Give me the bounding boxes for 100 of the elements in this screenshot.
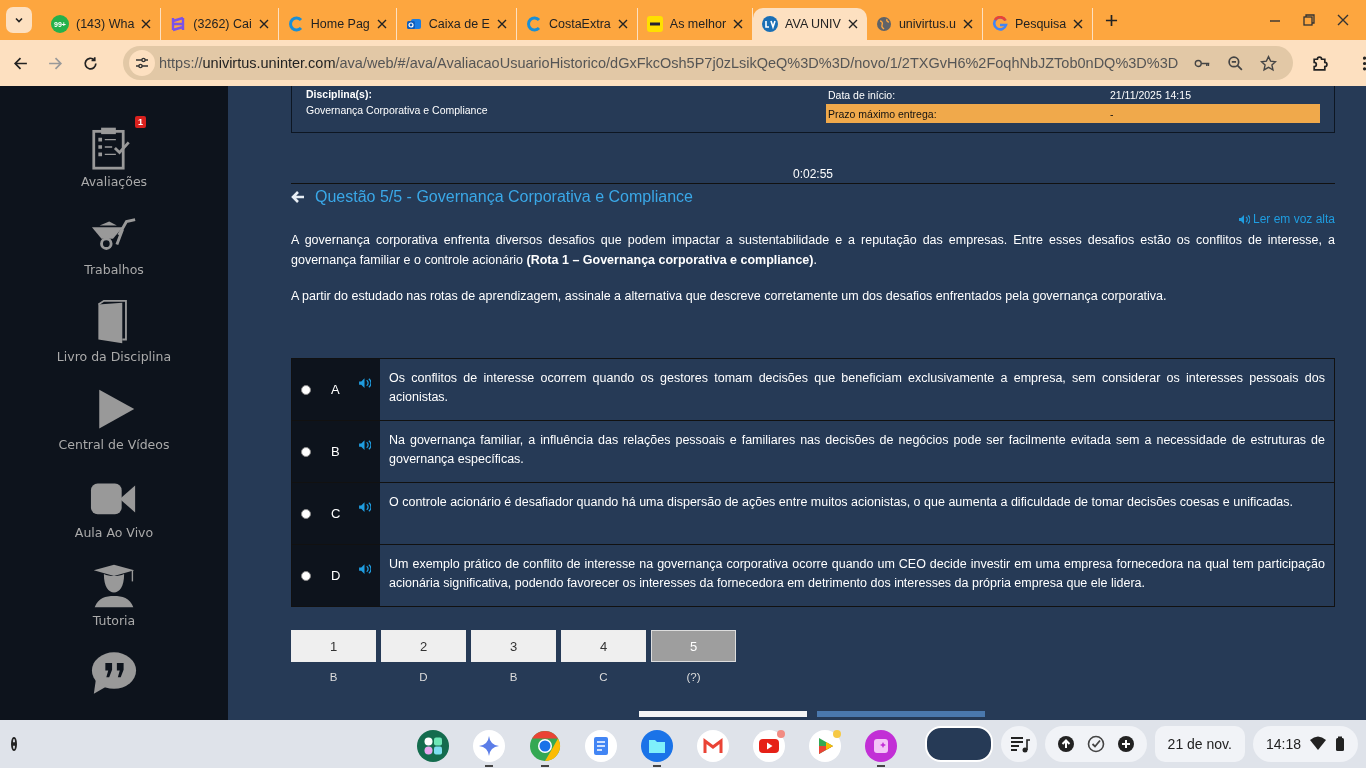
close-icon[interactable]: [1073, 19, 1084, 29]
tab-title: univirtus.u: [898, 17, 956, 31]
chrome-icon[interactable]: [528, 729, 561, 762]
add-icon: [1116, 735, 1135, 753]
info-label: Prazo máximo entrega:: [828, 107, 938, 120]
speaker-icon: [1237, 213, 1250, 225]
browser-tab[interactable]: AVA UNIV: [753, 8, 867, 40]
c-logo-icon: [525, 16, 542, 32]
upload-icon: [1056, 735, 1075, 753]
sidebar-item[interactable]: Trabalhos: [84, 261, 144, 277]
sidebar-item[interactable]: Avaliações: [80, 174, 148, 189]
check-icon: [1086, 735, 1105, 753]
mail-icon: [405, 16, 422, 32]
sidebar-item[interactable]: Tutoria: [92, 612, 136, 628]
mail-icon[interactable]: [696, 729, 729, 762]
info-label: Data de início:: [828, 89, 897, 103]
h-logo-icon: [170, 16, 187, 32]
close-icon[interactable]: [1336, 13, 1350, 27]
c-logo-icon: [287, 16, 304, 32]
close-icon[interactable]: [376, 19, 387, 29]
read-aloud-link[interactable]: Ler em voz alta: [1237, 212, 1335, 226]
sidebar-item[interactable]: Livro da Disciplina: [56, 349, 172, 365]
question-title: Questão 5/5 - Governança Corporativa e Compliance: [315, 188, 693, 206]
url-text: https://univirtus.uninter.com/ava/web/#/ava/AvaliacaoUsuarioHistorico/dGxFkcOsh5P7j0zLsikQeQ%3D%3D/novo/1/2TXGvH6%2FoqhNbJZTob0nDQ%3D%3D: [159, 55, 1179, 71]
radio-button[interactable]: [301, 570, 311, 581]
radio-button[interactable]: [301, 446, 311, 457]
option-text: Os conflitos de interesse ocorrem quando os gestores tomam decisões que beneficiam exclusivamente a empresa, sem considerar os interesses pessoais dos acionistas.: [389, 371, 1325, 404]
question-number-button[interactable]: 4: [561, 630, 646, 662]
answer-letter: (?): [686, 671, 701, 683]
speaker-icon[interactable]: [358, 562, 372, 575]
timer: 0:02:55: [291, 167, 1335, 184]
restore-icon[interactable]: [1302, 13, 1316, 27]
video-play-icon[interactable]: [752, 729, 785, 762]
g-logo-icon: [991, 16, 1008, 32]
info-label: Disciplina(s):: [306, 88, 373, 100]
play-store-icon[interactable]: [808, 729, 841, 762]
option-letter: B: [331, 444, 340, 459]
radio-button[interactable]: [301, 508, 311, 519]
status-icons[interactable]: [1044, 726, 1147, 762]
gallery-icon[interactable]: [864, 729, 897, 762]
info-value: -: [1110, 107, 1115, 120]
folder-icon[interactable]: [640, 729, 673, 762]
info-value: 21/11/2025 14:15: [1110, 89, 1192, 103]
extensions-icon[interactable]: [1311, 54, 1329, 72]
tab-title: CostaExtra: [548, 17, 611, 31]
close-icon[interactable]: [847, 19, 858, 29]
back-arrow-icon[interactable]: [291, 190, 305, 204]
zoom-icon[interactable]: [1227, 54, 1245, 72]
tab-title: (143) Wha: [76, 17, 135, 31]
reload-icon[interactable]: [82, 54, 99, 72]
tab-title: Home Pag: [310, 17, 370, 31]
sidebar-item[interactable]: Central de Vídeos: [58, 437, 170, 453]
clock[interactable]: 14:18: [1265, 736, 1301, 752]
speaker-icon[interactable]: [358, 500, 372, 513]
battery-icon: [1335, 736, 1345, 752]
answer-letter: C: [599, 671, 608, 683]
radio-button[interactable]: [301, 384, 311, 395]
tab-title: As melhor: [669, 17, 727, 31]
option-text: O controle acionário é desafiador quando há uma dispersão de ações entre muitos acionistas, o que aumenta a dificuldade de tomar decisões coesas e unificadas.: [389, 495, 1294, 509]
site-settings-icon[interactable]: [129, 50, 155, 76]
tab-title: AVA UNIV: [785, 17, 841, 31]
close-icon[interactable]: [496, 19, 507, 29]
date[interactable]: 21 de nov.: [1154, 726, 1245, 762]
desk-preview[interactable]: [924, 726, 993, 762]
sparkle-icon[interactable]: [472, 729, 505, 762]
question-number-button[interactable]: 1: [291, 630, 376, 662]
sidebar-item[interactable]: Aula Ao Vivo: [74, 524, 154, 540]
wifi-icon: [1309, 736, 1327, 752]
star-icon[interactable]: [1260, 54, 1278, 72]
tab-title: (3262) Cai: [193, 17, 252, 31]
option-text: Na governança familiar, a influência das relações pessoais e familiares nas decisões de negócios pode ser facilmente evitada sem a necessidade de estruturas de governança específicas.: [389, 433, 1325, 466]
tab-title: Pesquisa: [1014, 17, 1067, 31]
discipline-name: Governança Corporativa e Compliance: [306, 104, 488, 116]
speaker-icon[interactable]: [357, 376, 371, 389]
question-number-button[interactable]: 3: [471, 630, 556, 662]
close-icon[interactable]: [962, 19, 973, 29]
question-text: A governança corporativa enfrenta diversos desafios que podem impactar a sustentabilidade e a reputação das empresas. Entre esses desafios estão os conflitos de interesse, a governança familiar e o controle acionário (Rota 1 – Governança corporativa e compliance).: [291, 232, 1335, 269]
close-icon[interactable]: [141, 19, 152, 29]
globe-icon: [875, 16, 892, 32]
option-letter: C: [331, 506, 341, 521]
answer-letter: B: [329, 671, 338, 683]
uv-logo-icon: [762, 16, 779, 32]
speaker-icon[interactable]: [357, 438, 371, 451]
option-letter: A: [331, 382, 340, 397]
answer-letter: D: [419, 671, 428, 683]
notification-badge: 1: [135, 116, 146, 128]
new-tab-icon[interactable]: [1105, 13, 1119, 27]
option-text: Um exemplo prático de conflito de interesse na governança corporativa ocorre quando um CEO decide investir em uma empresa fornecedora na qual tem participação acionária significativa, podendo favorecer os interesses da fornecedora em detrimento dos interesses da própria empresa que ele lidera.: [389, 557, 1325, 590]
close-icon[interactable]: [258, 19, 269, 29]
document-icon[interactable]: [584, 729, 617, 762]
tab-title: Caixa de E: [428, 17, 490, 31]
option-letter: D: [331, 568, 341, 583]
playlist-icon[interactable]: [1000, 726, 1037, 762]
question-number-button[interactable]: 2: [381, 630, 466, 662]
address-bar[interactable]: https://univirtus.uninter.com/ava/web/#/ava/AvaliacaoUsuarioHistorico/dGxFkcOsh5P7j0zLsikQeQ%3D%3D/novo/1/2TXGvH6%2FoqhNbJZTob0nDQ%3D%3D: [123, 46, 1294, 80]
close-icon[interactable]: [733, 19, 744, 29]
cvc-logo-icon: [646, 16, 663, 32]
close-icon[interactable]: [617, 19, 628, 29]
question-text: A partir do estudado nas rotas de aprendizagem, assinale a alternativa que descreve corretamente um dos desafios enfrentados pela governança corporativa.: [291, 288, 1168, 305]
apps-icon[interactable]: [416, 729, 449, 762]
